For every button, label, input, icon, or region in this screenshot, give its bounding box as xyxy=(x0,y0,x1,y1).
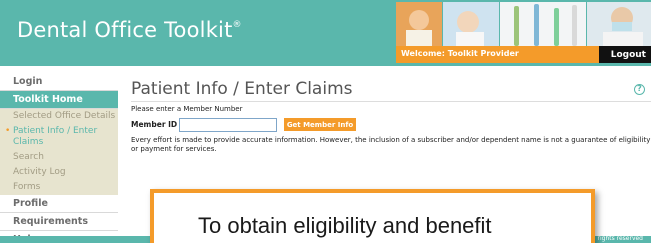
callout-overlay: To obtain eligibility and benefit xyxy=(150,189,595,243)
child-photo xyxy=(396,2,442,46)
member-prompt: Please enter a Member Number xyxy=(131,105,243,113)
sidebar-item-login[interactable]: Login xyxy=(0,73,118,91)
sidebar-item-toolkit-home[interactable]: Toolkit Home xyxy=(0,91,118,109)
get-member-info-button[interactable]: Get Member Info xyxy=(284,118,356,131)
trademark-symbol: ® xyxy=(232,20,242,30)
callout-text: To obtain eligibility and benefit xyxy=(198,213,492,238)
app-header: Dental Office Toolkit® Welcome: Toolkit … xyxy=(0,0,651,66)
app-title-text: Dental Office Toolkit xyxy=(17,18,233,42)
app-title: Dental Office Toolkit® xyxy=(17,18,242,42)
help-icon[interactable]: ? xyxy=(634,84,645,95)
sidebar-item-requirements[interactable]: Requirements xyxy=(0,213,118,231)
sidebar: Login Toolkit Home Selected Office Detai… xyxy=(0,73,118,243)
sidebar-item-patient-info[interactable]: Patient Info / Enter Claims xyxy=(0,124,118,150)
sidebar-item-forms[interactable]: Forms xyxy=(0,180,118,195)
disclaimer-text: Every effort is made to provide accurate… xyxy=(131,136,651,153)
welcome-bar: Welcome: Toolkit Provider xyxy=(396,46,599,63)
title-divider xyxy=(131,101,651,102)
child-toothbrush-photo xyxy=(443,2,499,46)
logout-button[interactable]: Logout xyxy=(599,46,651,63)
member-id-input[interactable] xyxy=(179,118,277,132)
toothbrushes-photo xyxy=(500,2,586,46)
sidebar-item-search[interactable]: Search xyxy=(0,150,118,165)
page-title: Patient Info / Enter Claims xyxy=(131,79,353,99)
member-id-label: Member ID xyxy=(131,120,178,129)
sidebar-item-selected-office-details[interactable]: Selected Office Details xyxy=(0,109,118,124)
welcome-text: Welcome: Toolkit Provider xyxy=(401,49,519,58)
footer-text: rights reserved xyxy=(597,235,644,242)
sidebar-item-activity-log[interactable]: Activity Log xyxy=(0,165,118,180)
dentist-photo xyxy=(587,2,651,46)
sidebar-item-profile[interactable]: Profile xyxy=(0,195,118,213)
header-photo-strip xyxy=(396,2,651,46)
